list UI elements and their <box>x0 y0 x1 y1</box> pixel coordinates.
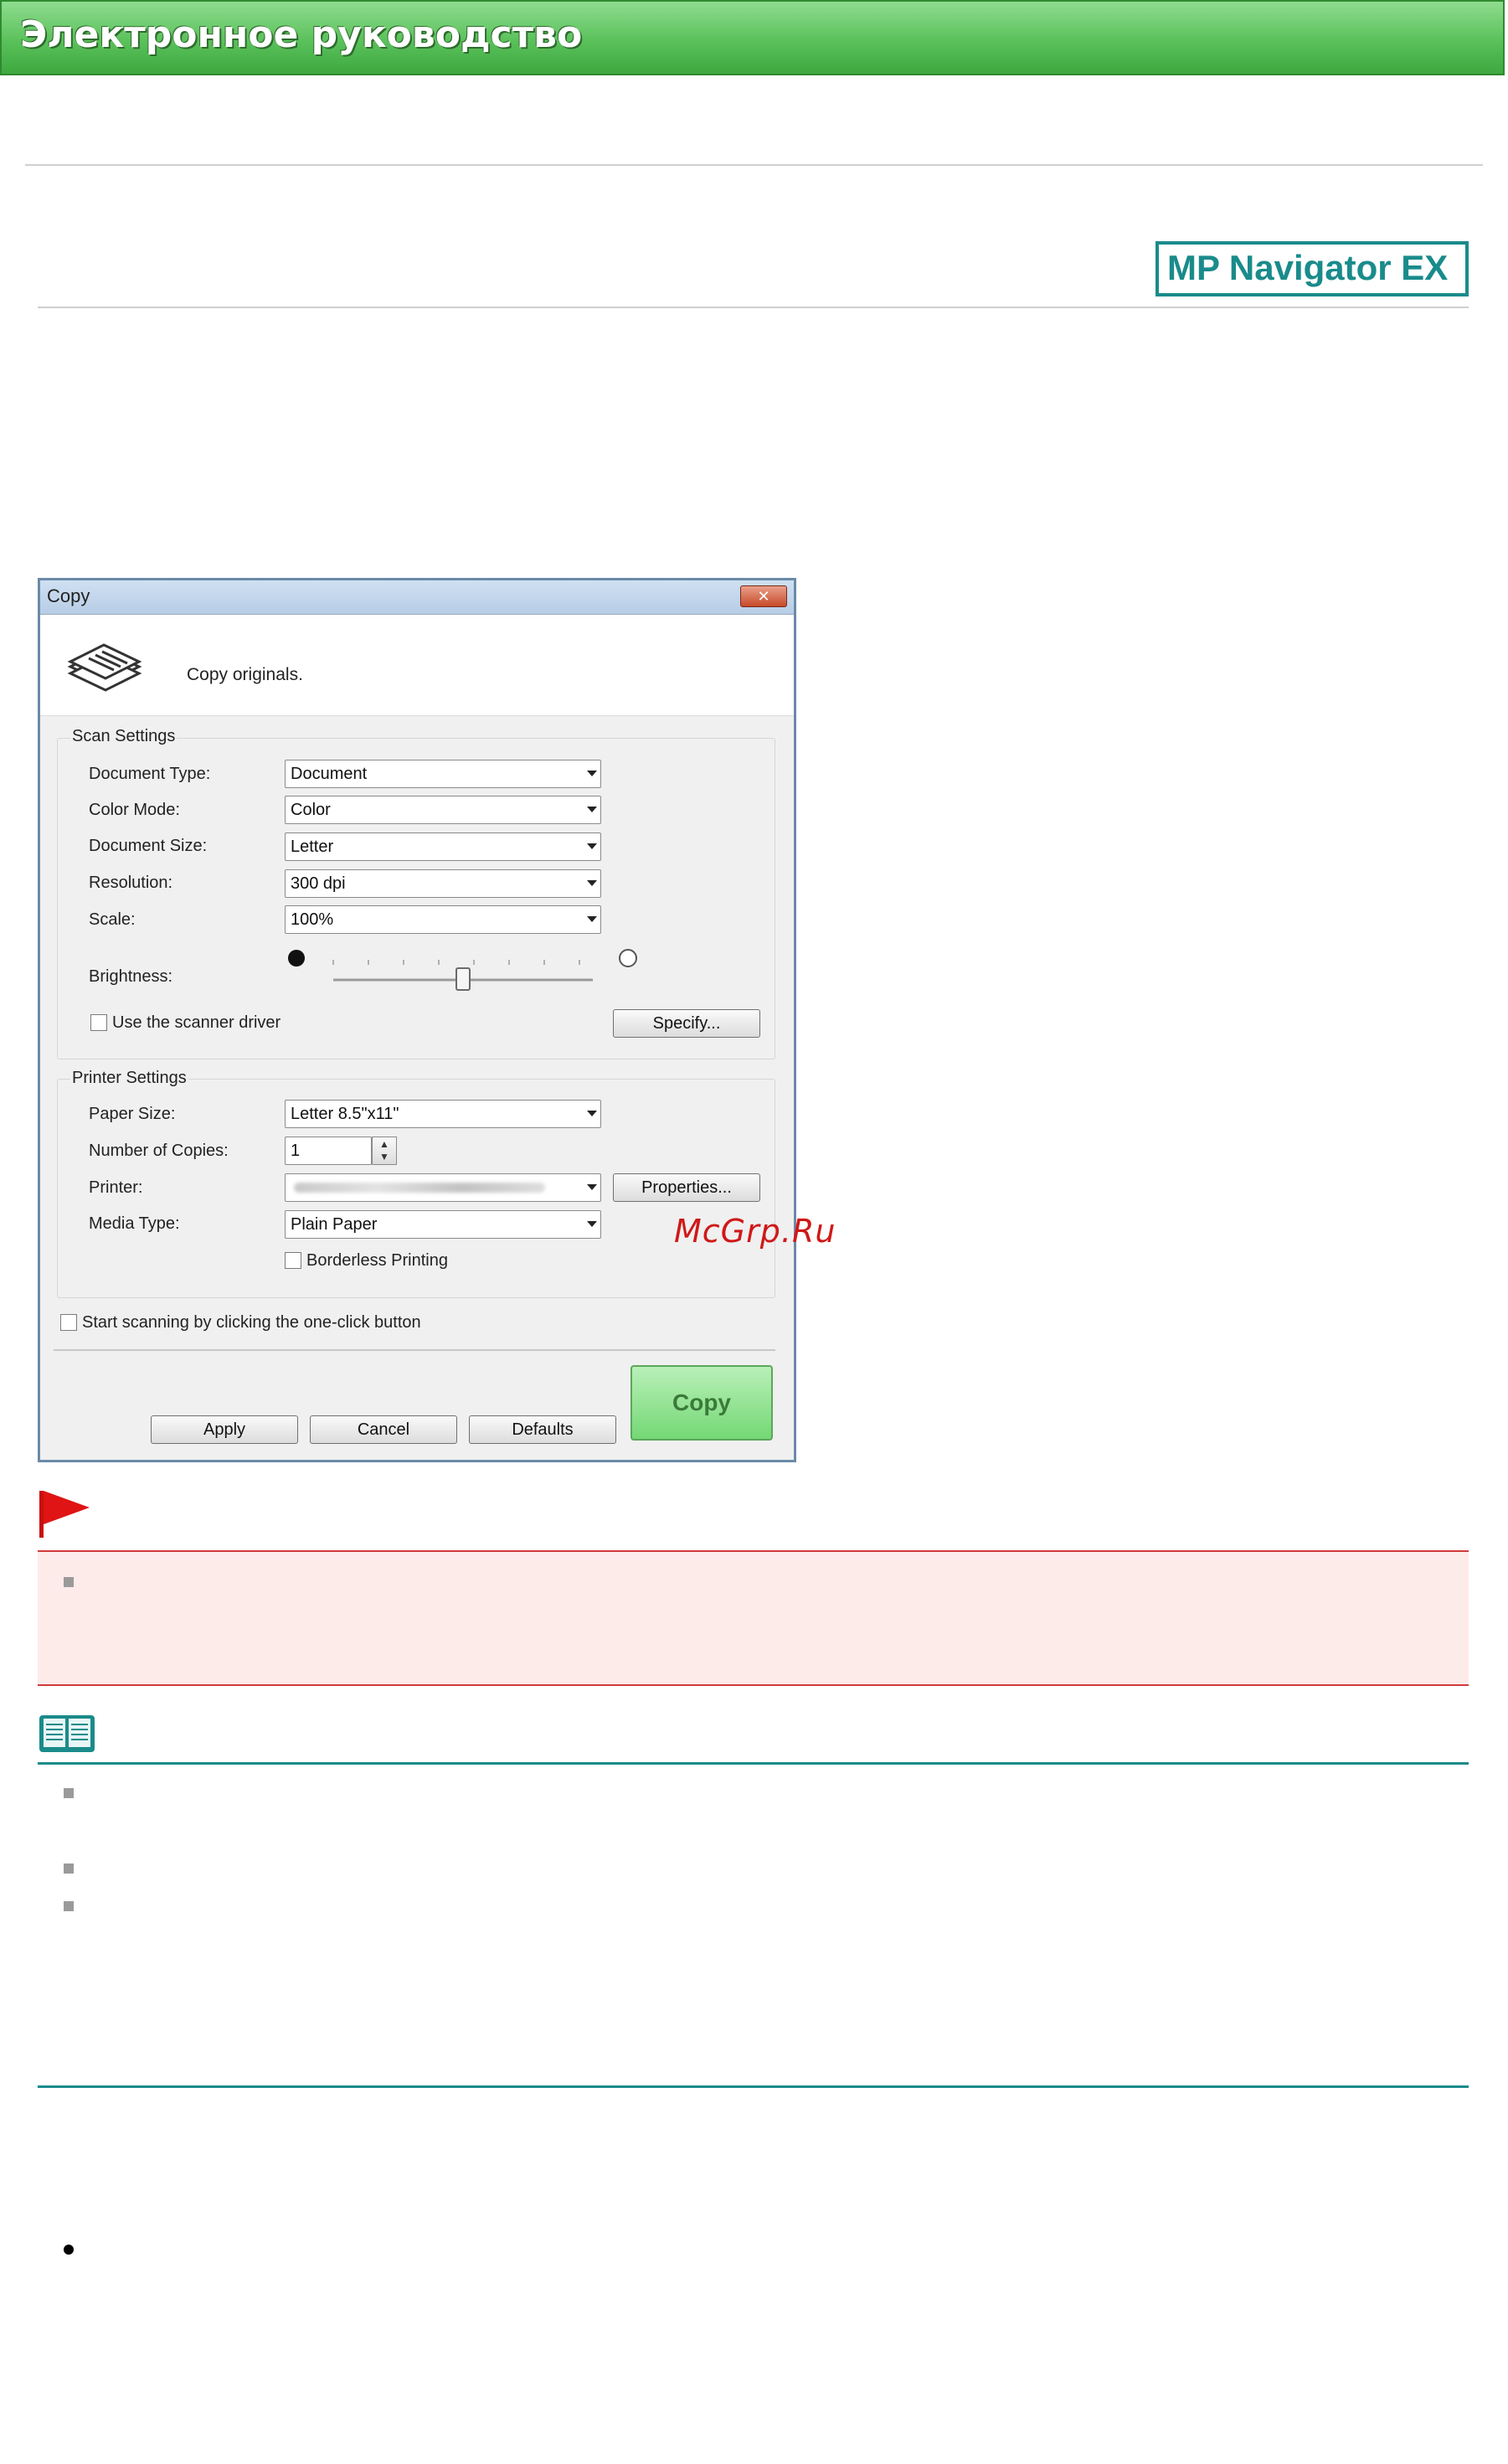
note-book-icon <box>39 1715 95 1752</box>
scale-select[interactable]: 100% <box>285 905 601 934</box>
defaults-button[interactable]: Defaults <box>469 1415 616 1444</box>
chevron-down-icon <box>587 843 597 849</box>
resolution-select[interactable]: 300 dpi <box>285 869 601 898</box>
logo-divider <box>38 307 1469 308</box>
borderless-label: Borderless Printing <box>306 1251 448 1270</box>
slider-thumb[interactable] <box>455 967 471 991</box>
chevron-down-icon <box>587 807 597 812</box>
paper-size-label: Paper Size: <box>89 1105 176 1123</box>
list-bullet-dot <box>64 2245 74 2255</box>
spin-up-icon[interactable]: ▲ <box>373 1138 396 1150</box>
scale-label: Scale: <box>89 910 136 929</box>
top-divider <box>25 164 1483 166</box>
resolution-label: Resolution: <box>89 874 173 892</box>
dark-brightness-icon <box>288 950 305 967</box>
copies-stepper[interactable]: ▲ ▼ <box>372 1137 397 1165</box>
dialog-footer-divider <box>54 1349 775 1351</box>
resolution-value: 300 dpi <box>291 874 346 893</box>
printer-label: Printer: <box>89 1178 143 1197</box>
document-size-label: Document Size: <box>89 837 208 855</box>
document-size-value: Letter <box>291 838 334 856</box>
chevron-down-icon <box>587 880 597 886</box>
copy-button[interactable]: Copy <box>630 1365 773 1441</box>
list-bullet <box>64 1901 74 1911</box>
color-mode-label: Color Mode: <box>89 801 180 819</box>
chevron-down-icon <box>587 916 597 922</box>
media-type-label: Media Type: <box>89 1214 180 1233</box>
specify-button[interactable]: Specify... <box>613 1009 760 1038</box>
borderless-checkbox[interactable] <box>285 1252 301 1269</box>
watermark: McGrp.Ru <box>674 1213 836 1250</box>
one-click-checkbox[interactable] <box>60 1314 77 1331</box>
dialog-titlebar: Copy ✕ <box>40 580 794 615</box>
brightness-label: Brightness: <box>89 967 173 986</box>
paper-size-value: Letter 8.5"x11" <box>291 1105 399 1123</box>
properties-button[interactable]: Properties... <box>613 1173 760 1202</box>
copies-value: 1 <box>291 1142 301 1160</box>
document-type-label: Document Type: <box>89 765 211 783</box>
printer-settings-label: Printer Settings <box>70 1069 188 1088</box>
color-mode-value: Color <box>291 801 331 819</box>
chevron-down-icon <box>587 1111 597 1116</box>
product-logo-text: MP Navigator EX <box>1167 248 1449 287</box>
printer-name-blurred <box>294 1183 545 1193</box>
close-button[interactable]: ✕ <box>740 585 787 607</box>
brightness-slider[interactable] <box>283 945 651 992</box>
copy-dialog: Copy ✕ Copy originals. Scan Settings Doc… <box>38 578 796 1462</box>
header-title: Электронное руководство <box>20 13 583 56</box>
dialog-header-area: Copy originals. <box>40 615 794 716</box>
scale-value: 100% <box>291 910 334 929</box>
use-scanner-driver-label: Use the scanner driver <box>112 1013 281 1032</box>
copies-input[interactable]: 1 <box>285 1137 372 1165</box>
media-type-value: Plain Paper <box>291 1215 378 1234</box>
use-scanner-driver-checkbox[interactable] <box>90 1014 107 1031</box>
note-divider <box>38 1762 1469 1765</box>
list-bullet <box>64 1788 74 1798</box>
copy-stack-icon <box>67 643 142 692</box>
paper-size-select[interactable]: Letter 8.5"x11" <box>285 1100 601 1128</box>
list-bullet <box>64 1577 74 1587</box>
dialog-title: Copy <box>47 585 90 606</box>
printer-select[interactable] <box>285 1173 601 1202</box>
one-click-label: Start scanning by clicking the one-click… <box>82 1313 421 1332</box>
document-size-select[interactable]: Letter <box>285 833 601 861</box>
media-type-select[interactable]: Plain Paper <box>285 1210 601 1239</box>
scan-settings-label: Scan Settings <box>70 727 178 746</box>
color-mode-select[interactable]: Color <box>285 796 601 824</box>
light-brightness-icon <box>619 949 637 967</box>
apply-button[interactable]: Apply <box>151 1415 298 1444</box>
product-logo: MP Navigator EX <box>1155 241 1469 296</box>
section-divider <box>38 2085 1469 2088</box>
important-box <box>38 1550 1469 1686</box>
copies-label: Number of Copies: <box>89 1142 229 1160</box>
chevron-down-icon <box>587 1184 597 1190</box>
chevron-down-icon <box>587 1221 597 1227</box>
chevron-down-icon <box>587 771 597 776</box>
dialog-description: Copy originals. <box>187 665 303 684</box>
document-type-select[interactable]: Document <box>285 760 601 788</box>
header-banner: Электронное руководство <box>0 0 1505 75</box>
spin-down-icon[interactable]: ▼ <box>373 1151 396 1162</box>
document-type-value: Document <box>291 765 368 783</box>
red-flag-icon <box>39 1491 90 1538</box>
cancel-button[interactable]: Cancel <box>310 1415 457 1444</box>
list-bullet <box>64 1863 74 1874</box>
